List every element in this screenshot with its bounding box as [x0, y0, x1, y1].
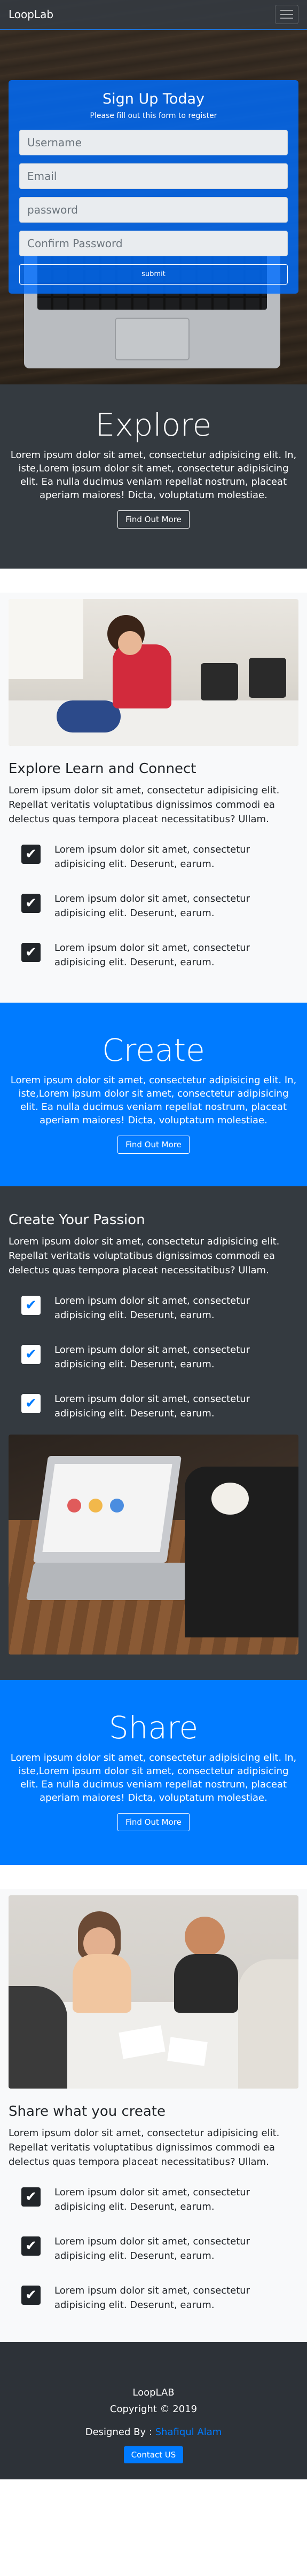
designed-by: Designed By : Shafiqul Alam [0, 2427, 307, 2438]
signup-form: Sign Up Today Please fill out this form … [9, 80, 298, 294]
email-field[interactable]: Email [19, 163, 288, 189]
copyright: Copyright © 2019 [109, 2404, 198, 2415]
list-item-text: Lorem ipsum dolor sit amet, consectetur … [54, 2187, 250, 2212]
list-item: ✔ Lorem ipsum dolor sit amet, consectetu… [9, 842, 298, 871]
list-item: ✔ Lorem ipsum dolor sit amet, consectetu… [9, 892, 298, 920]
hamburger-menu-icon[interactable] [275, 5, 298, 24]
team-meeting-photo [9, 1895, 298, 2089]
submit-button[interactable]: submit [19, 264, 288, 285]
list-item-text: Lorem ipsum dolor sit amet, consectetur … [54, 2285, 250, 2311]
list-item: ✔ Lorem ipsum dolor sit amet, consectetu… [9, 1343, 298, 1372]
list-item-text: Lorem ipsum dolor sit amet, consectetur … [54, 844, 250, 870]
navbar: LoopLab [0, 0, 307, 30]
check-icon: ✔ [21, 2236, 41, 2256]
list-item-text: Lorem ipsum dolor sit amet, consectetur … [54, 1295, 250, 1321]
check-icon: ✔ [21, 1296, 41, 1315]
check-icon: ✔ [21, 943, 41, 962]
password-field[interactable]: password [19, 197, 288, 223]
check-icon: ✔ [21, 1394, 41, 1413]
list-item-text: Lorem ipsum dolor sit amet, consectetur … [54, 2236, 250, 2262]
contact-us-button[interactable]: Contact US [123, 2446, 184, 2463]
brand-logo[interactable]: LoopLab [9, 8, 53, 21]
list-item-text: Lorem ipsum dolor sit amet, consectetur … [54, 1393, 250, 1419]
girl-drawing-photo [9, 599, 298, 746]
check-icon: ✔ [21, 845, 41, 864]
username-field[interactable]: Username [19, 130, 288, 155]
list-item: ✔ Lorem ipsum dolor sit amet, consectetu… [9, 1294, 298, 1322]
signup-title: Sign Up Today [102, 91, 205, 107]
footer: LoopLAB Copyright © 2019 Designed By : S… [0, 2342, 307, 2479]
spacer [0, 1865, 307, 1889]
passion-section: Create Your Passion Lorem ipsum dolor si… [0, 1186, 307, 1680]
share-section: Share Lorem ipsum dolor sit amet, consec… [0, 1680, 307, 1865]
share-body: Lorem ipsum dolor sit amet, consectetur … [10, 1752, 297, 1803]
designed-by-label: Designed By : [85, 2427, 155, 2438]
laptop-desk-photo [9, 1435, 298, 1655]
confirm-password-field[interactable]: Confirm Password [19, 231, 288, 256]
learn-body: Lorem ipsum dolor sit amet, consectetur … [9, 785, 280, 825]
create-find-out-more-button[interactable]: Find Out More [117, 1136, 190, 1154]
create-body: Lorem ipsum dolor sit amet, consectetur … [10, 1075, 297, 1126]
designer-link[interactable]: Shafiqul Alam [155, 2427, 222, 2438]
learn-section: Explore Learn and Connect Lorem ipsum do… [0, 593, 307, 1003]
check-icon: ✔ [21, 1345, 41, 1364]
passion-body: Lorem ipsum dolor sit amet, consectetur … [9, 1236, 280, 1276]
explore-section: Explore Lorem ipsum dolor sit amet, cons… [0, 384, 307, 569]
list-item: ✔ Lorem ipsum dolor sit amet, consectetu… [9, 2234, 298, 2263]
create-section: Create Lorem ipsum dolor sit amet, conse… [0, 1003, 307, 1186]
check-icon: ✔ [21, 894, 41, 913]
share-create-heading: Share what you create [9, 2104, 166, 2120]
create-title: Create [102, 1032, 205, 1068]
share-create-body: Lorem ipsum dolor sit amet, consectetur … [9, 2128, 280, 2168]
list-item: ✔ Lorem ipsum dolor sit amet, consectetu… [9, 2185, 298, 2214]
list-item: ✔ Lorem ipsum dolor sit amet, consectetu… [9, 941, 298, 1003]
check-icon: ✔ [21, 2187, 41, 2207]
passion-heading: Create Your Passion [9, 1212, 145, 1228]
spacer [0, 569, 307, 593]
list-item-text: Lorem ipsum dolor sit amet, consectetur … [54, 1344, 250, 1370]
hero-section: Sign Up Today Please fill out this form … [0, 0, 307, 384]
list-item: ✔ Lorem ipsum dolor sit amet, consectetu… [9, 1392, 298, 1421]
explore-title: Explore [95, 407, 212, 443]
footer-title: LoopLAB [132, 2387, 175, 2398]
share-create-section: Share what you create Lorem ipsum dolor … [0, 1889, 307, 2342]
list-item-text: Lorem ipsum dolor sit amet, consectetur … [54, 893, 250, 919]
list-item: ✔ Lorem ipsum dolor sit amet, consectetu… [9, 2283, 298, 2342]
share-find-out-more-button[interactable]: Find Out More [117, 1813, 190, 1831]
explore-body: Lorem ipsum dolor sit amet, consectetur … [10, 450, 297, 501]
check-icon: ✔ [21, 2286, 41, 2305]
list-item-text: Lorem ipsum dolor sit amet, consectetur … [54, 942, 250, 968]
signup-subtitle: Please fill out this form to register [90, 112, 217, 120]
explore-find-out-more-button[interactable]: Find Out More [117, 510, 190, 529]
learn-heading: Explore Learn and Connect [9, 761, 196, 777]
share-title: Share [108, 1710, 199, 1746]
